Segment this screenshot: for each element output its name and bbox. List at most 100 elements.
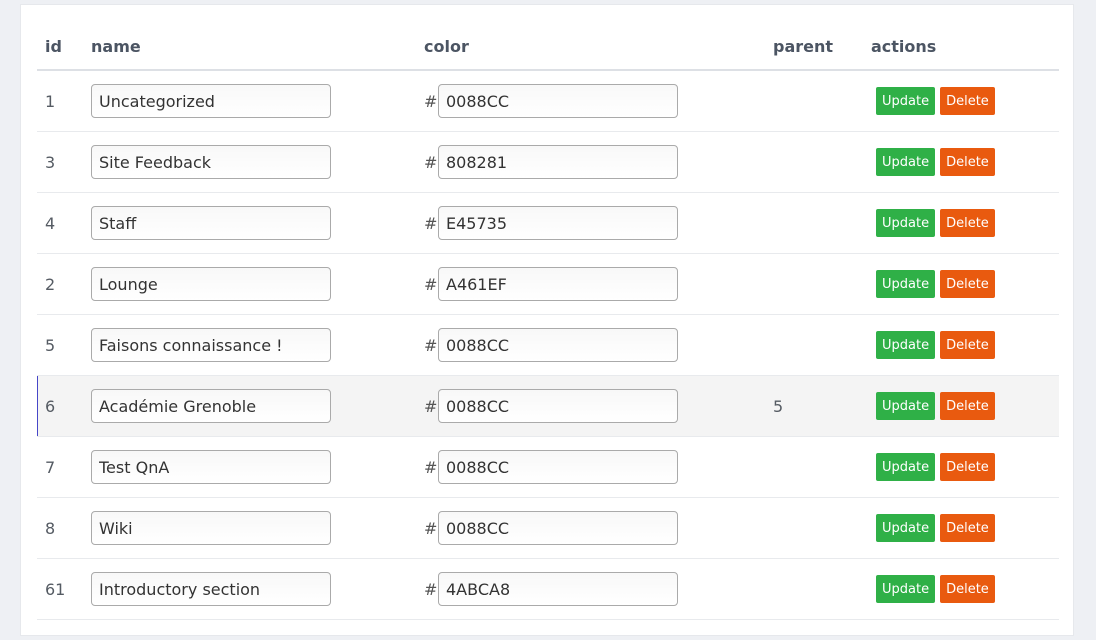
category-name-input[interactable] [91, 389, 331, 423]
color-hash-prefix: # [424, 91, 438, 111]
column-header-id: id [37, 23, 91, 71]
category-name-input[interactable] [91, 328, 331, 362]
category-name-input[interactable] [91, 206, 331, 240]
category-actions: Update Delete [871, 253, 1059, 315]
color-field-wrap: # [424, 145, 773, 179]
category-id: 2 [37, 253, 91, 315]
category-actions: Update Delete [871, 70, 1059, 132]
category-parent [773, 558, 871, 620]
delete-button[interactable]: Delete [940, 270, 995, 298]
color-hash-prefix: # [424, 457, 438, 477]
category-name-cell [91, 192, 424, 254]
color-field-wrap: # [424, 267, 773, 301]
category-parent [773, 497, 871, 559]
category-color-cell: # [424, 314, 773, 376]
update-button[interactable]: Update [876, 209, 936, 237]
category-name-input[interactable] [91, 572, 331, 606]
table-row: 3 # UpdateDelete [37, 131, 1059, 193]
table-row: 61 # UpdateDelete [37, 558, 1059, 620]
category-parent [773, 131, 871, 193]
color-hash-prefix: # [424, 518, 438, 538]
table-row: 1 # UpdateDelete [37, 70, 1059, 132]
update-button[interactable]: Update [876, 453, 936, 481]
category-actions: Update Delete [871, 131, 1059, 193]
color-field-wrap: # [424, 450, 773, 484]
category-actions: Update Delete [871, 375, 1059, 437]
category-color-cell: # [424, 436, 773, 498]
table-row: 7 # UpdateDelete [37, 436, 1059, 498]
column-header-color: color [424, 23, 773, 71]
category-color-input[interactable] [438, 328, 678, 362]
column-header-parent: parent [773, 23, 871, 71]
category-color-input[interactable] [438, 511, 678, 545]
color-hash-prefix: # [424, 213, 438, 233]
category-id: 4 [37, 192, 91, 254]
category-color-cell: # [424, 497, 773, 559]
column-header-actions: actions [871, 23, 1059, 71]
category-color-cell: # [424, 131, 773, 193]
table-header-row: id name color parent actions [37, 23, 1059, 71]
category-id: 3 [37, 131, 91, 193]
delete-button[interactable]: Delete [940, 209, 995, 237]
category-name-input[interactable] [91, 145, 331, 179]
color-hash-prefix: # [424, 274, 438, 294]
category-color-cell: # [424, 253, 773, 315]
delete-button[interactable]: Delete [940, 392, 995, 420]
table-row: 8 # UpdateDelete [37, 497, 1059, 559]
category-name-cell [91, 131, 424, 193]
update-button[interactable]: Update [876, 87, 936, 115]
table-row: 6 # 5 UpdateDelete [37, 375, 1059, 437]
color-field-wrap: # [424, 328, 773, 362]
color-field-wrap: # [424, 389, 773, 423]
category-parent [773, 436, 871, 498]
category-color-input[interactable] [438, 389, 678, 423]
delete-button[interactable]: Delete [940, 453, 995, 481]
update-button[interactable]: Update [876, 392, 936, 420]
category-id: 8 [37, 497, 91, 559]
update-button[interactable]: Update [876, 514, 936, 542]
category-name-cell [91, 497, 424, 559]
category-color-input[interactable] [438, 206, 678, 240]
delete-button[interactable]: Delete [940, 87, 995, 115]
categories-table: id name color parent actions 1 # UpdateD… [37, 23, 1059, 620]
category-id: 1 [37, 70, 91, 132]
category-color-input[interactable] [438, 84, 678, 118]
category-color-cell: # [424, 558, 773, 620]
category-name-cell [91, 375, 424, 437]
category-color-input[interactable] [438, 450, 678, 484]
category-color-cell: # [424, 70, 773, 132]
delete-button[interactable]: Delete [940, 331, 995, 359]
category-parent [773, 253, 871, 315]
delete-button[interactable]: Delete [940, 148, 995, 176]
category-parent [773, 192, 871, 254]
color-field-wrap: # [424, 572, 773, 606]
color-hash-prefix: # [424, 579, 438, 599]
category-id: 5 [37, 314, 91, 376]
category-name-cell [91, 436, 424, 498]
category-color-input[interactable] [438, 145, 678, 179]
update-button[interactable]: Update [876, 148, 936, 176]
category-name-input[interactable] [91, 84, 331, 118]
category-color-input[interactable] [438, 267, 678, 301]
update-button[interactable]: Update [876, 575, 936, 603]
update-button[interactable]: Update [876, 270, 936, 298]
categories-panel: id name color parent actions 1 # UpdateD… [20, 4, 1074, 636]
category-parent: 5 [773, 375, 871, 437]
color-field-wrap: # [424, 511, 773, 545]
category-color-input[interactable] [438, 572, 678, 606]
update-button[interactable]: Update [876, 331, 936, 359]
category-name-input[interactable] [91, 511, 331, 545]
category-name-cell [91, 253, 424, 315]
category-color-cell: # [424, 375, 773, 437]
category-parent [773, 314, 871, 376]
delete-button[interactable]: Delete [940, 575, 995, 603]
category-name-input[interactable] [91, 450, 331, 484]
category-name-input[interactable] [91, 267, 331, 301]
category-actions: Update Delete [871, 558, 1059, 620]
delete-button[interactable]: Delete [940, 514, 995, 542]
category-id: 61 [37, 558, 91, 620]
category-name-cell [91, 70, 424, 132]
color-hash-prefix: # [424, 152, 438, 172]
table-row: 2 # UpdateDelete [37, 253, 1059, 315]
category-id: 6 [37, 375, 91, 437]
